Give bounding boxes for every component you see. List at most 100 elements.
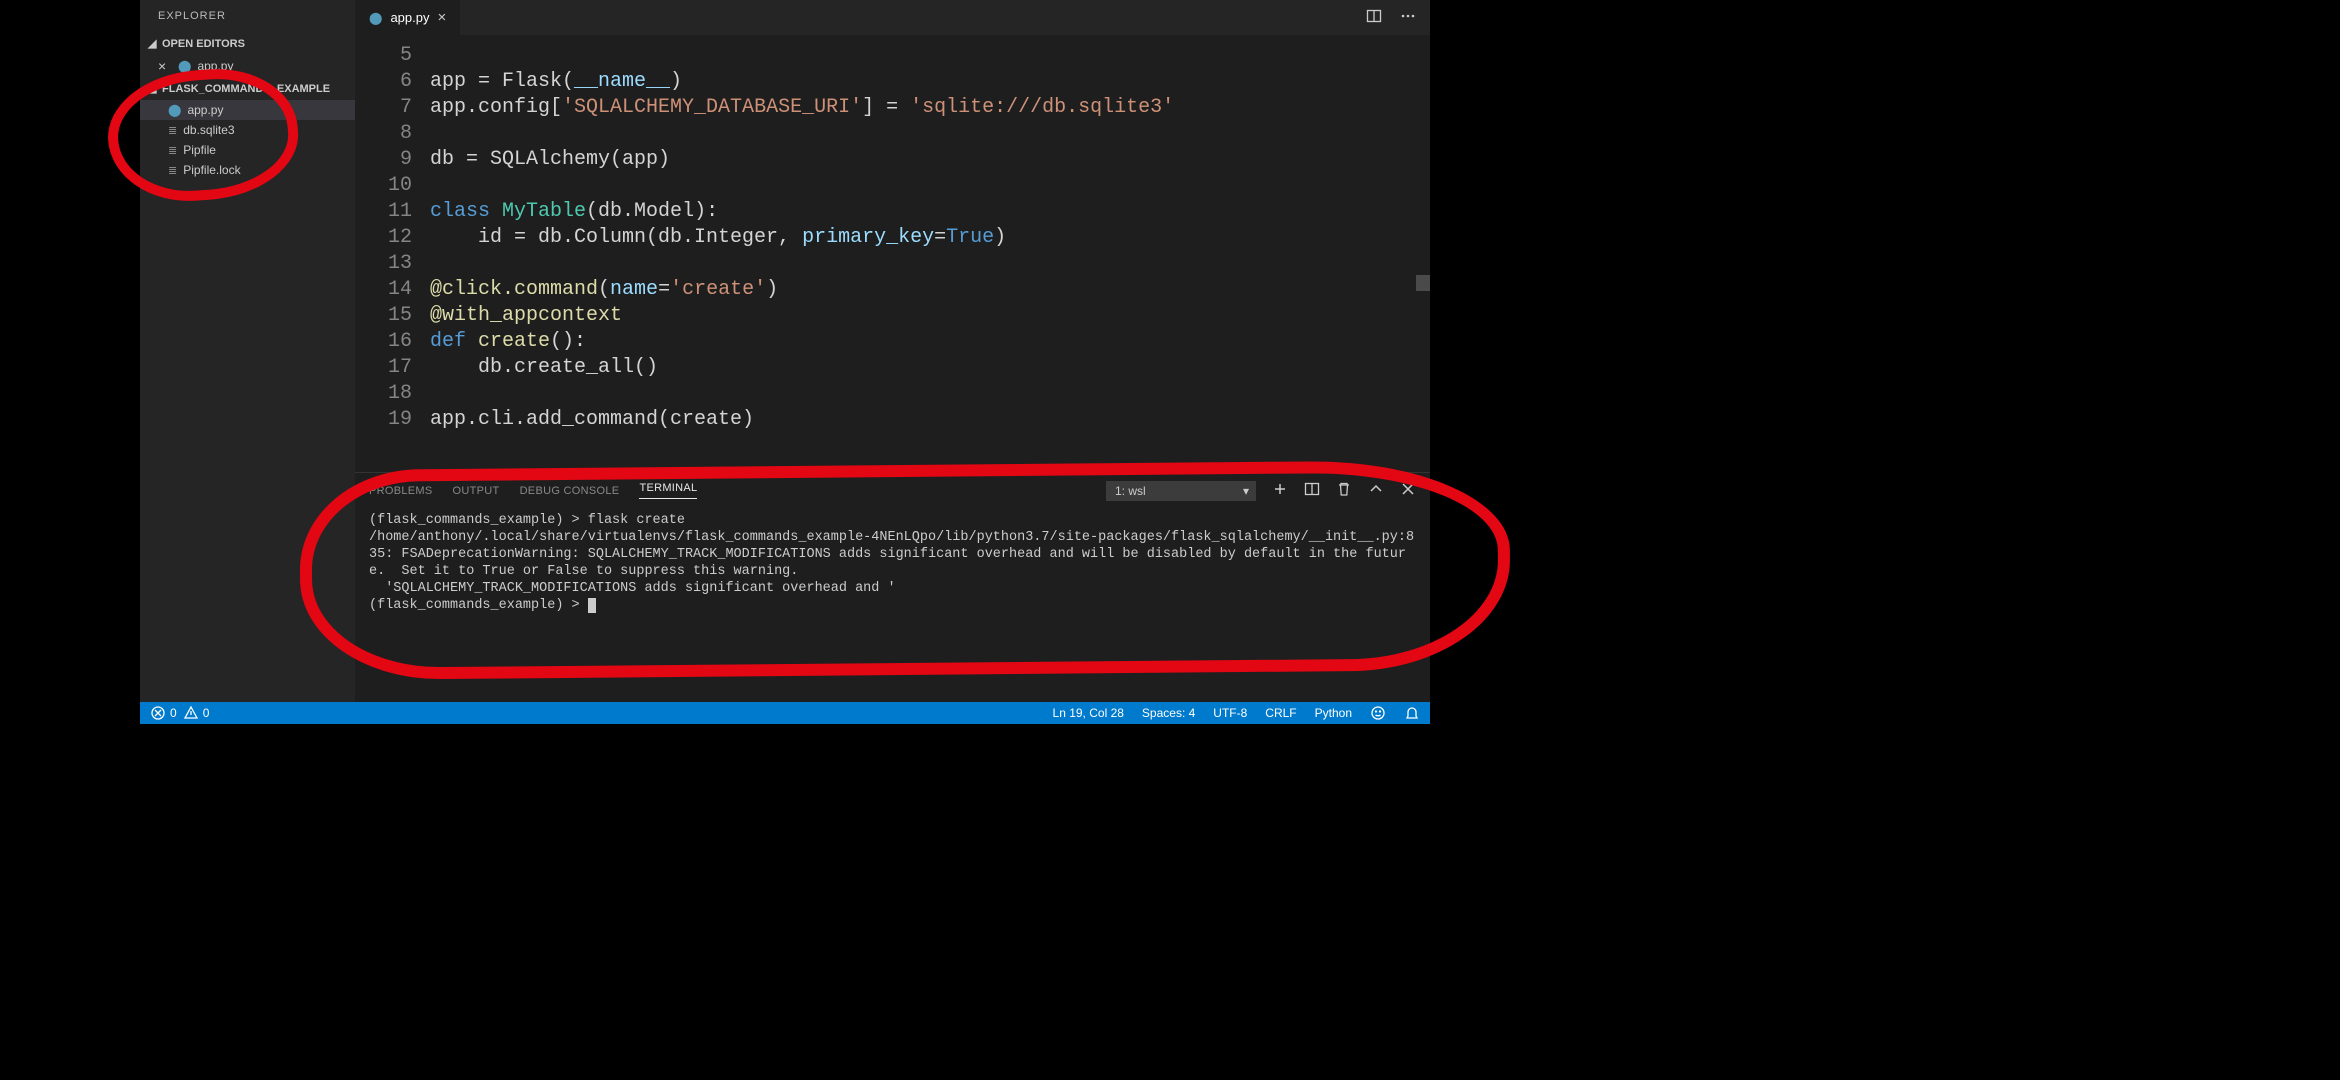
file-tree-item[interactable]: ≣ Pipfile.lock xyxy=(140,160,355,180)
code-line[interactable]: 11class MyTable(db.Model): xyxy=(355,199,1430,225)
code-line[interactable]: 15@with_appcontext xyxy=(355,303,1430,329)
panel-tabs: PROBLEMS OUTPUT DEBUG CONSOLE TERMINAL 1… xyxy=(355,473,1430,508)
line-number: 13 xyxy=(355,251,430,277)
line-number: 14 xyxy=(355,277,430,303)
code-line[interactable]: 13 xyxy=(355,251,1430,277)
line-number: 11 xyxy=(355,199,430,225)
status-bar: 0 0 Ln 19, Col 28 Spaces: 4 UTF-8 CRLF P… xyxy=(140,702,1430,724)
close-panel-icon[interactable] xyxy=(1400,481,1416,500)
code-line[interactable]: 7app.config['SQLALCHEMY_DATABASE_URI'] =… xyxy=(355,95,1430,121)
file-icon: ≣ xyxy=(168,164,177,177)
tabs-bar: ⬤ app.py × xyxy=(355,0,1430,35)
status-warnings[interactable]: 0 xyxy=(183,705,210,721)
python-file-icon: ⬤ xyxy=(168,103,181,117)
status-eol[interactable]: CRLF xyxy=(1265,706,1296,720)
close-icon[interactable]: × xyxy=(437,9,446,26)
notifications-icon[interactable] xyxy=(1404,705,1420,721)
terminal-text: (flask_commands_example) > flask create … xyxy=(369,513,1414,613)
code-line[interactable]: 14@click.command(name='create') xyxy=(355,277,1430,303)
line-number: 16 xyxy=(355,329,430,355)
editor-tab[interactable]: ⬤ app.py × xyxy=(355,0,460,35)
line-number: 8 xyxy=(355,121,430,147)
file-tree-item[interactable]: ≣ Pipfile xyxy=(140,140,355,160)
caret-down-icon: ◢ xyxy=(148,82,158,95)
status-errors[interactable]: 0 xyxy=(150,705,177,721)
main-area: EXPLORER ◢ OPEN EDITORS × ⬤ app.py ◢ FLA… xyxy=(140,0,1430,702)
code-editor[interactable]: 56app = Flask(__name__)7app.config['SQLA… xyxy=(355,35,1430,472)
close-icon[interactable]: × xyxy=(158,58,172,74)
line-number: 9 xyxy=(355,147,430,173)
file-name: app.py xyxy=(187,103,223,117)
folder-header[interactable]: ◢ FLASK_COMMANDS_EXAMPLE xyxy=(140,77,355,100)
tab-actions xyxy=(1366,0,1430,35)
code-line[interactable]: 6app = Flask(__name__) xyxy=(355,69,1430,95)
code-line[interactable]: 8 xyxy=(355,121,1430,147)
code-line[interactable]: 12 id = db.Column(db.Integer, primary_ke… xyxy=(355,225,1430,251)
code-content: def create(): xyxy=(430,329,586,355)
status-left: 0 0 xyxy=(150,705,209,721)
split-editor-icon[interactable] xyxy=(1366,8,1382,27)
terminal-cursor xyxy=(588,598,596,613)
status-lncol[interactable]: Ln 19, Col 28 xyxy=(1053,706,1124,720)
panel-tab-problems[interactable]: PROBLEMS xyxy=(369,485,433,497)
status-language[interactable]: Python xyxy=(1315,706,1352,720)
new-terminal-icon[interactable] xyxy=(1272,481,1288,500)
status-encoding[interactable]: UTF-8 xyxy=(1213,706,1247,720)
editor-area: ⬤ app.py × 56app = Flask(__name__)7app.c… xyxy=(355,0,1430,702)
line-number: 12 xyxy=(355,225,430,251)
code-line[interactable]: 5 xyxy=(355,43,1430,69)
code-content: db.create_all() xyxy=(430,355,658,381)
explorer-title: EXPLORER xyxy=(140,0,355,32)
caret-down-icon: ◢ xyxy=(148,37,158,50)
open-editors-label: OPEN EDITORS xyxy=(162,38,245,50)
open-editor-item[interactable]: × ⬤ app.py xyxy=(140,55,355,77)
open-editors-header[interactable]: ◢ OPEN EDITORS xyxy=(140,32,355,55)
code-content: app.cli.add_command(create) xyxy=(430,407,754,433)
folder-name: FLASK_COMMANDS_EXAMPLE xyxy=(162,83,330,95)
code-content: class MyTable(db.Model): xyxy=(430,199,718,225)
line-number: 7 xyxy=(355,95,430,121)
line-number: 10 xyxy=(355,173,430,199)
panel-actions: 1: wsl xyxy=(1106,481,1416,501)
code-content: @with_appcontext xyxy=(430,303,622,329)
file-icon: ≣ xyxy=(168,124,177,137)
file-tree-item[interactable]: ≣ db.sqlite3 xyxy=(140,120,355,140)
code-line[interactable]: 9db = SQLAlchemy(app) xyxy=(355,147,1430,173)
line-number: 15 xyxy=(355,303,430,329)
status-right: Ln 19, Col 28 Spaces: 4 UTF-8 CRLF Pytho… xyxy=(1053,705,1420,721)
python-file-icon: ⬤ xyxy=(178,59,191,73)
file-name: Pipfile.lock xyxy=(183,163,240,177)
terminal-selector[interactable]: 1: wsl xyxy=(1106,481,1256,501)
line-number: 17 xyxy=(355,355,430,381)
panel-tab-debug[interactable]: DEBUG CONSOLE xyxy=(520,485,620,497)
kill-terminal-icon[interactable] xyxy=(1336,481,1352,500)
maximize-panel-icon[interactable] xyxy=(1368,481,1384,500)
line-number: 18 xyxy=(355,381,430,407)
code-content: db = SQLAlchemy(app) xyxy=(430,147,670,173)
sidebar: EXPLORER ◢ OPEN EDITORS × ⬤ app.py ◢ FLA… xyxy=(140,0,355,702)
feedback-icon[interactable] xyxy=(1370,705,1386,721)
panel-tab-terminal[interactable]: TERMINAL xyxy=(639,482,697,499)
file-tree-item[interactable]: ⬤ app.py xyxy=(140,100,355,120)
split-terminal-icon[interactable] xyxy=(1304,481,1320,500)
code-content: app.config['SQLALCHEMY_DATABASE_URI'] = … xyxy=(430,95,1174,121)
panel: PROBLEMS OUTPUT DEBUG CONSOLE TERMINAL 1… xyxy=(355,472,1430,702)
code-line[interactable]: 19app.cli.add_command(create) xyxy=(355,407,1430,433)
warning-count: 0 xyxy=(203,706,210,720)
code-line[interactable]: 17 db.create_all() xyxy=(355,355,1430,381)
more-actions-icon[interactable] xyxy=(1400,8,1416,27)
terminal-output[interactable]: (flask_commands_example) > flask create … xyxy=(355,508,1430,702)
code-content: app = Flask(__name__) xyxy=(430,69,682,95)
line-number: 19 xyxy=(355,407,430,433)
line-number: 5 xyxy=(355,43,430,69)
open-editor-filename: app.py xyxy=(197,59,233,73)
code-line[interactable]: 18 xyxy=(355,381,1430,407)
tab-label: app.py xyxy=(390,10,429,25)
panel-tab-output[interactable]: OUTPUT xyxy=(453,485,500,497)
code-line[interactable]: 10 xyxy=(355,173,1430,199)
minimap[interactable] xyxy=(1416,275,1430,291)
file-name: db.sqlite3 xyxy=(183,123,234,137)
status-spaces[interactable]: Spaces: 4 xyxy=(1142,706,1195,720)
vscode-window: EXPLORER ◢ OPEN EDITORS × ⬤ app.py ◢ FLA… xyxy=(140,0,1430,724)
code-line[interactable]: 16def create(): xyxy=(355,329,1430,355)
